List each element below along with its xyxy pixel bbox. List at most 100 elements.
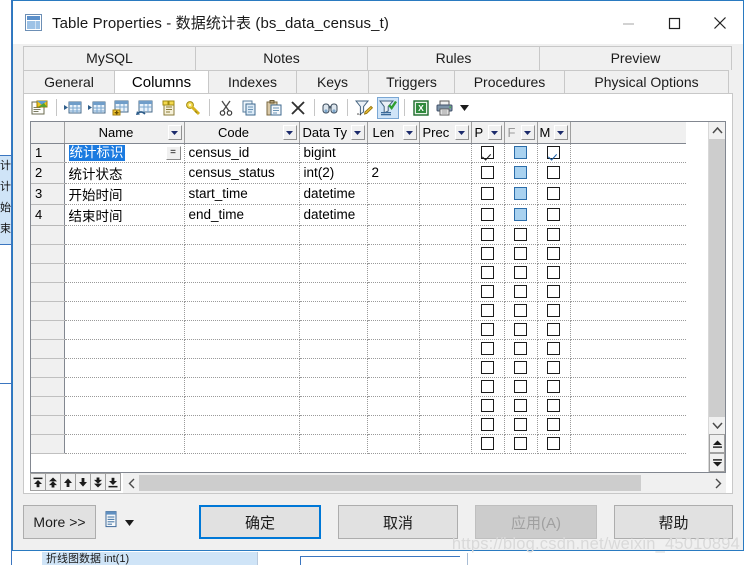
checkbox[interactable] bbox=[547, 266, 560, 279]
print-dropdown-caret-icon[interactable] bbox=[125, 513, 134, 531]
row-header[interactable] bbox=[31, 434, 65, 454]
filter-dropdown-mandatory-icon[interactable] bbox=[553, 125, 568, 140]
table-row-empty[interactable] bbox=[31, 320, 686, 340]
cell-data-type[interactable]: bigint bbox=[299, 143, 368, 163]
cell-empty[interactable] bbox=[419, 396, 472, 416]
table-row-empty[interactable] bbox=[31, 434, 686, 454]
export-excel-icon[interactable]: X bbox=[410, 97, 432, 119]
cell-empty[interactable] bbox=[419, 434, 472, 454]
print-preview-icon[interactable] bbox=[104, 511, 119, 533]
cell-empty[interactable] bbox=[367, 301, 420, 321]
cell-data-type[interactable]: datetime bbox=[299, 204, 368, 226]
cell-empty[interactable] bbox=[299, 320, 368, 340]
cell-empty[interactable] bbox=[184, 415, 300, 435]
checkbox[interactable] bbox=[514, 187, 527, 200]
filter-dropdown-name-icon[interactable] bbox=[167, 125, 182, 140]
checkbox[interactable] bbox=[481, 146, 494, 159]
cell-empty[interactable] bbox=[419, 415, 472, 435]
cell-empty[interactable] bbox=[64, 358, 185, 378]
cell-name[interactable]: 结束时间 bbox=[64, 204, 185, 226]
checkbox[interactable] bbox=[481, 285, 494, 298]
customize-filter-icon[interactable] bbox=[353, 97, 375, 119]
cell-name[interactable]: 开始时间 bbox=[64, 183, 185, 205]
column-header-mandatory[interactable]: M bbox=[537, 122, 571, 144]
cell-empty[interactable] bbox=[367, 320, 420, 340]
cell-primary[interactable] bbox=[471, 162, 505, 184]
cell-foreign[interactable] bbox=[504, 434, 538, 454]
scroll-up-icon[interactable] bbox=[709, 122, 725, 139]
table-row-empty[interactable] bbox=[31, 396, 686, 416]
cell-empty[interactable] bbox=[184, 434, 300, 454]
cell-mandatory[interactable] bbox=[537, 434, 571, 454]
cell-primary[interactable] bbox=[471, 434, 505, 454]
row-header[interactable]: 4 bbox=[31, 204, 65, 226]
row-header[interactable] bbox=[31, 377, 65, 397]
cell-empty[interactable] bbox=[184, 339, 300, 359]
cell-mandatory[interactable] bbox=[537, 358, 571, 378]
checkbox[interactable] bbox=[514, 285, 527, 298]
checkbox[interactable] bbox=[514, 228, 527, 241]
move-up-all-button[interactable] bbox=[45, 473, 61, 491]
cell-code[interactable]: census_status bbox=[184, 162, 300, 184]
checkbox[interactable] bbox=[514, 304, 527, 317]
cell-primary[interactable] bbox=[471, 396, 505, 416]
cell-empty[interactable] bbox=[299, 358, 368, 378]
cell-primary[interactable] bbox=[471, 244, 505, 264]
checkbox[interactable] bbox=[481, 399, 494, 412]
cell-prec[interactable] bbox=[419, 204, 472, 226]
cell-mandatory[interactable] bbox=[537, 244, 571, 264]
cell-empty[interactable] bbox=[64, 434, 185, 454]
checkbox[interactable] bbox=[547, 247, 560, 260]
cell-empty[interactable] bbox=[367, 396, 420, 416]
maximize-button[interactable] bbox=[651, 1, 697, 45]
cell-foreign[interactable] bbox=[504, 320, 538, 340]
row-header[interactable] bbox=[31, 263, 65, 283]
row-header[interactable] bbox=[31, 396, 65, 416]
table-row-empty[interactable] bbox=[31, 415, 686, 435]
checkbox[interactable] bbox=[481, 166, 494, 179]
filter-dropdown-data-type-icon[interactable] bbox=[350, 125, 365, 140]
tab-notes[interactable]: Notes bbox=[195, 46, 368, 70]
delete-row-icon[interactable] bbox=[158, 97, 180, 119]
cell-empty[interactable] bbox=[64, 263, 185, 283]
cell-primary[interactable] bbox=[471, 415, 505, 435]
checkbox[interactable] bbox=[547, 399, 560, 412]
print-preview-control[interactable] bbox=[104, 511, 134, 533]
checkbox[interactable] bbox=[547, 380, 560, 393]
checkbox[interactable] bbox=[481, 323, 494, 336]
cell-empty[interactable] bbox=[64, 282, 185, 302]
cell-mandatory[interactable] bbox=[537, 339, 571, 359]
help-button[interactable]: 帮助 bbox=[614, 505, 733, 539]
cell-mandatory[interactable] bbox=[537, 204, 571, 226]
filter-dropdown-primary-icon[interactable] bbox=[487, 125, 502, 140]
cell-empty[interactable] bbox=[299, 339, 368, 359]
filter-dropdown-len-icon[interactable] bbox=[402, 125, 417, 140]
checkbox[interactable] bbox=[481, 361, 494, 374]
cell-primary[interactable] bbox=[471, 143, 505, 163]
cell-mandatory[interactable] bbox=[537, 415, 571, 435]
table-row[interactable]: 3 开始时间 start_time datetime bbox=[31, 183, 686, 205]
cell-empty[interactable] bbox=[299, 377, 368, 397]
cell-len[interactable] bbox=[367, 204, 420, 226]
cell-editor-button[interactable]: = bbox=[165, 145, 181, 160]
checkbox[interactable] bbox=[514, 166, 527, 179]
cell-empty[interactable] bbox=[299, 225, 368, 245]
duplicate-row-icon[interactable] bbox=[134, 97, 156, 119]
cell-empty[interactable] bbox=[419, 339, 472, 359]
column-header-primary[interactable]: P bbox=[471, 122, 505, 144]
cell-empty[interactable] bbox=[419, 244, 472, 264]
cell-primary[interactable] bbox=[471, 377, 505, 397]
cell-mandatory[interactable] bbox=[537, 377, 571, 397]
cell-foreign[interactable] bbox=[504, 244, 538, 264]
more-button[interactable]: More >> bbox=[23, 505, 96, 539]
cell-empty[interactable] bbox=[299, 396, 368, 416]
cell-len[interactable] bbox=[367, 183, 420, 205]
cell-empty[interactable] bbox=[419, 282, 472, 302]
cell-prec[interactable] bbox=[419, 183, 472, 205]
tab-preview[interactable]: Preview bbox=[539, 46, 732, 70]
find-icon[interactable] bbox=[320, 97, 342, 119]
cell-empty[interactable] bbox=[184, 358, 300, 378]
scroll-down-icon[interactable] bbox=[709, 417, 725, 434]
checkbox[interactable] bbox=[547, 187, 560, 200]
tab-mysql[interactable]: MySQL bbox=[23, 46, 196, 70]
